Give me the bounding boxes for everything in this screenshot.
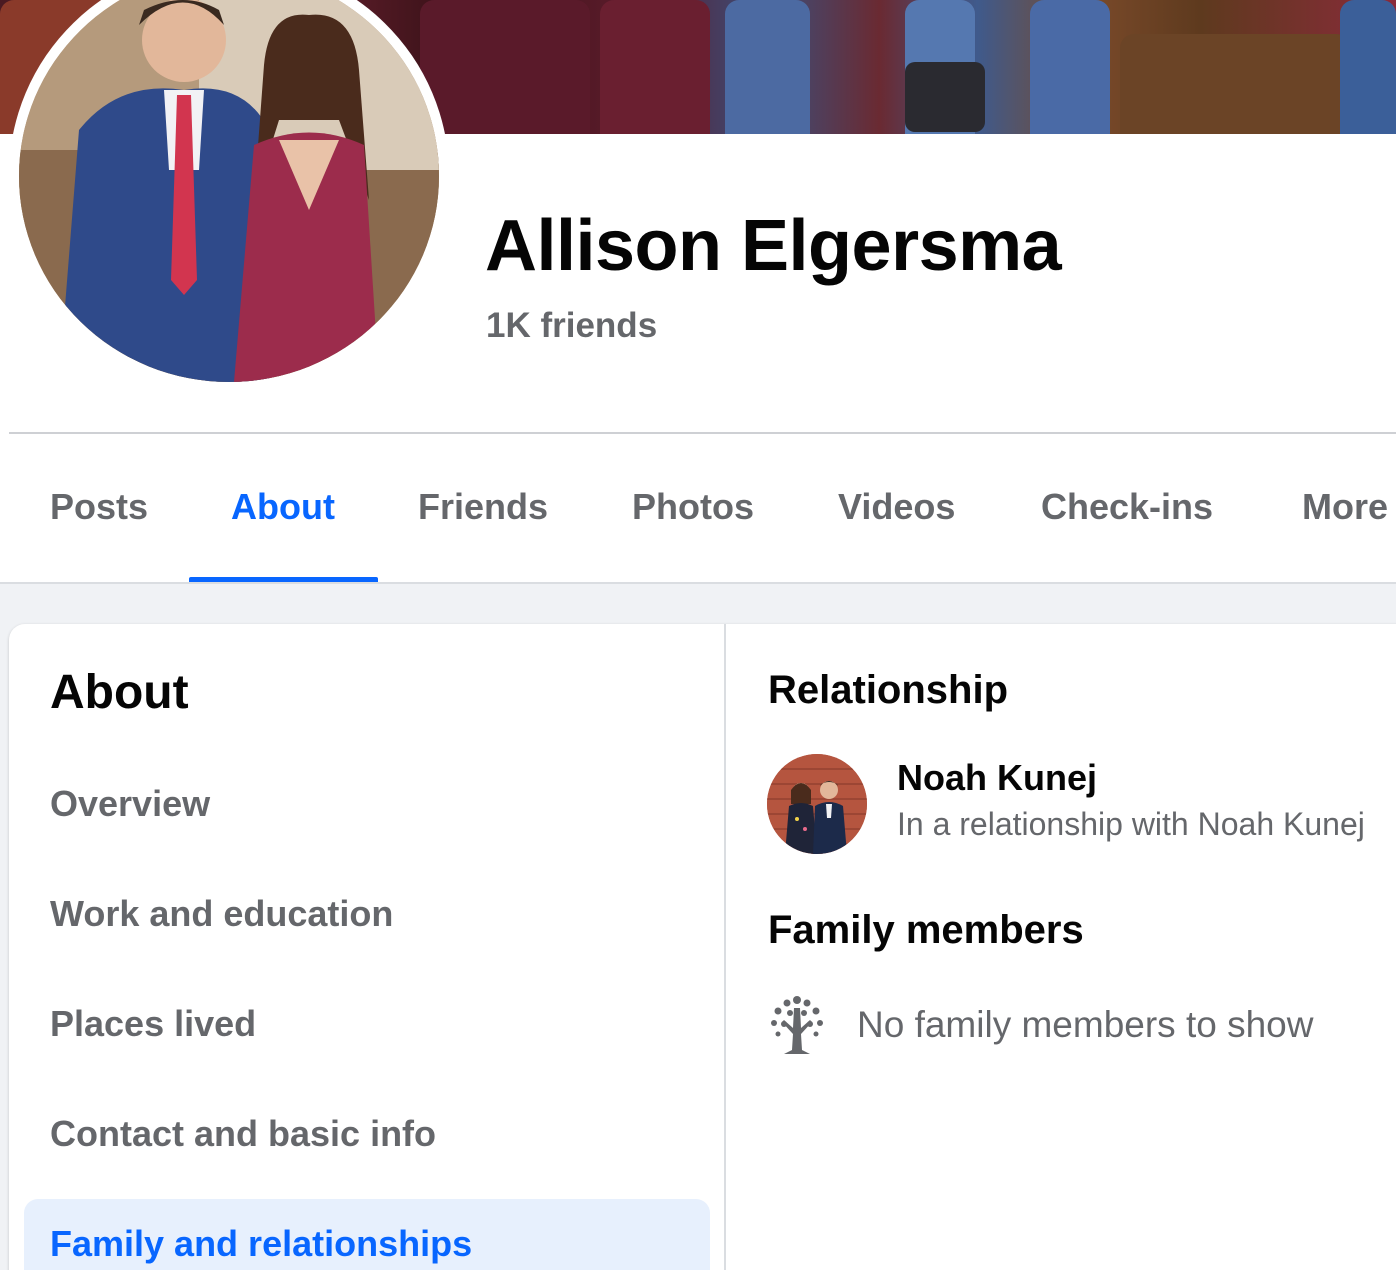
tab-friends[interactable]: Friends xyxy=(418,486,548,528)
tab-posts[interactable]: Posts xyxy=(50,486,148,528)
family-tree-icon xyxy=(768,994,826,1056)
relationship-status: In a relationship with Noah Kunej xyxy=(897,806,1365,842)
profile-name: Allison Elgersma xyxy=(485,206,1062,286)
about-nav-family-relationships[interactable]: Family and relationships xyxy=(50,1223,472,1265)
about-heading: About xyxy=(50,666,189,719)
about-nav-places-lived[interactable]: Places lived xyxy=(50,1003,256,1045)
tab-check-ins[interactable]: Check-ins xyxy=(1041,486,1213,528)
tab-videos[interactable]: Videos xyxy=(838,486,955,528)
tab-photos[interactable]: Photos xyxy=(632,486,754,528)
partner-photo xyxy=(767,754,867,854)
profile-tabs: Posts About Friends Photos Videos Check-… xyxy=(0,434,1396,584)
family-members-heading: Family members xyxy=(768,908,1084,952)
partner-avatar[interactable] xyxy=(767,754,867,854)
friends-count-link[interactable]: 1K friends xyxy=(486,306,657,346)
about-card xyxy=(9,624,1396,1270)
profile-page: Allison Elgersma 1K friends Posts About … xyxy=(0,0,1396,1270)
tab-more[interactable]: More xyxy=(1302,486,1388,528)
about-nav-overview[interactable]: Overview xyxy=(50,783,210,825)
partner-name-link[interactable]: Noah Kunej xyxy=(897,757,1097,799)
no-family-members-text: No family members to show xyxy=(857,1004,1314,1045)
relationship-heading: Relationship xyxy=(768,668,1009,712)
about-nav-work-education[interactable]: Work and education xyxy=(50,893,393,935)
about-nav-contact-info[interactable]: Contact and basic info xyxy=(50,1113,436,1155)
about-card-separator xyxy=(724,624,726,1270)
tab-about[interactable]: About xyxy=(231,486,335,528)
